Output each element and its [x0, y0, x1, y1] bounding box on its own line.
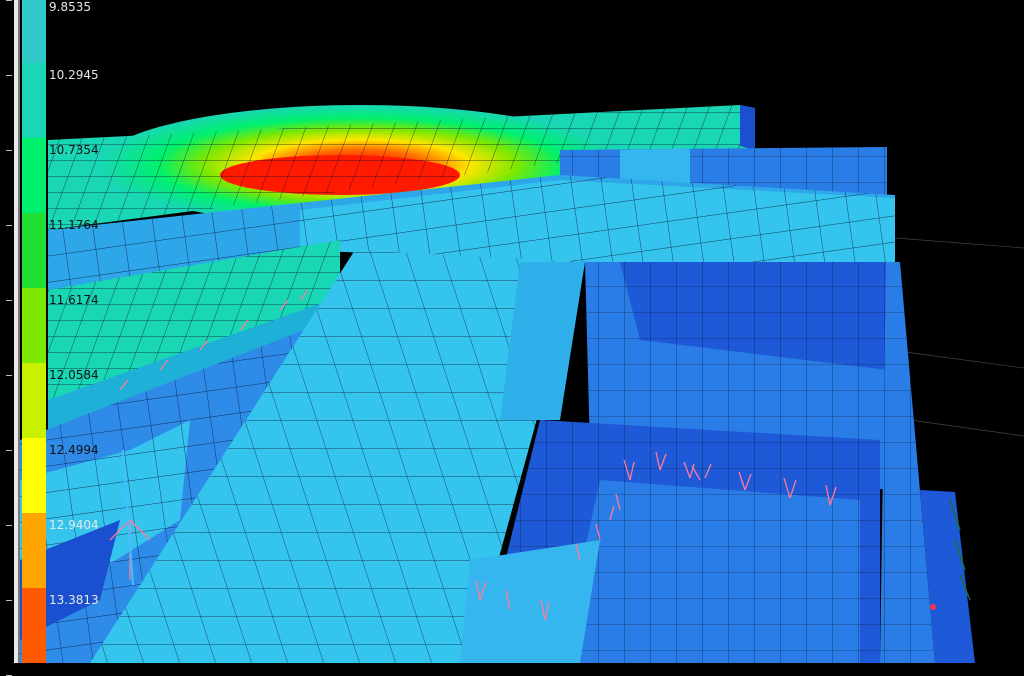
legend-tick [6, 375, 12, 376]
legend-tick [6, 225, 12, 226]
legend-tick [6, 600, 12, 601]
legend-swatch [22, 288, 46, 363]
legend-tick [6, 300, 12, 301]
legend-swatch [22, 63, 46, 138]
legend-swatch [22, 438, 46, 513]
legend-label: 12.4994 [49, 443, 99, 457]
legend-label: 12.9404 [49, 518, 99, 532]
legend-label: 11.1764 [49, 218, 99, 232]
legend-label: 12.0584 [49, 368, 99, 382]
legend-tick [6, 150, 12, 151]
legend-label: 10.7354 [49, 143, 99, 157]
legend-label: 11.6174 [49, 293, 99, 307]
legend-swatch [22, 0, 46, 63]
legend-swatch [22, 513, 46, 588]
legend-label: 13.3813 [49, 593, 99, 607]
legend-tick [6, 450, 12, 451]
legend-rail-shadow [18, 0, 20, 663]
legend-swatch [22, 588, 46, 663]
model-viewport[interactable] [0, 0, 1024, 663]
legend-tick [6, 75, 12, 76]
color-legend: 9.8535 10.2945 10.7354 11.1764 11.6174 12.058… [0, 0, 110, 676]
legend-tick [6, 0, 12, 1]
legend-swatch [22, 138, 46, 213]
legend-tick [6, 525, 12, 526]
legend-swatch [22, 213, 46, 288]
legend-swatch [22, 363, 46, 438]
legend-label: 9.8535 [49, 0, 91, 14]
node-marker [930, 604, 936, 610]
legend-label: 10.2945 [49, 68, 99, 82]
